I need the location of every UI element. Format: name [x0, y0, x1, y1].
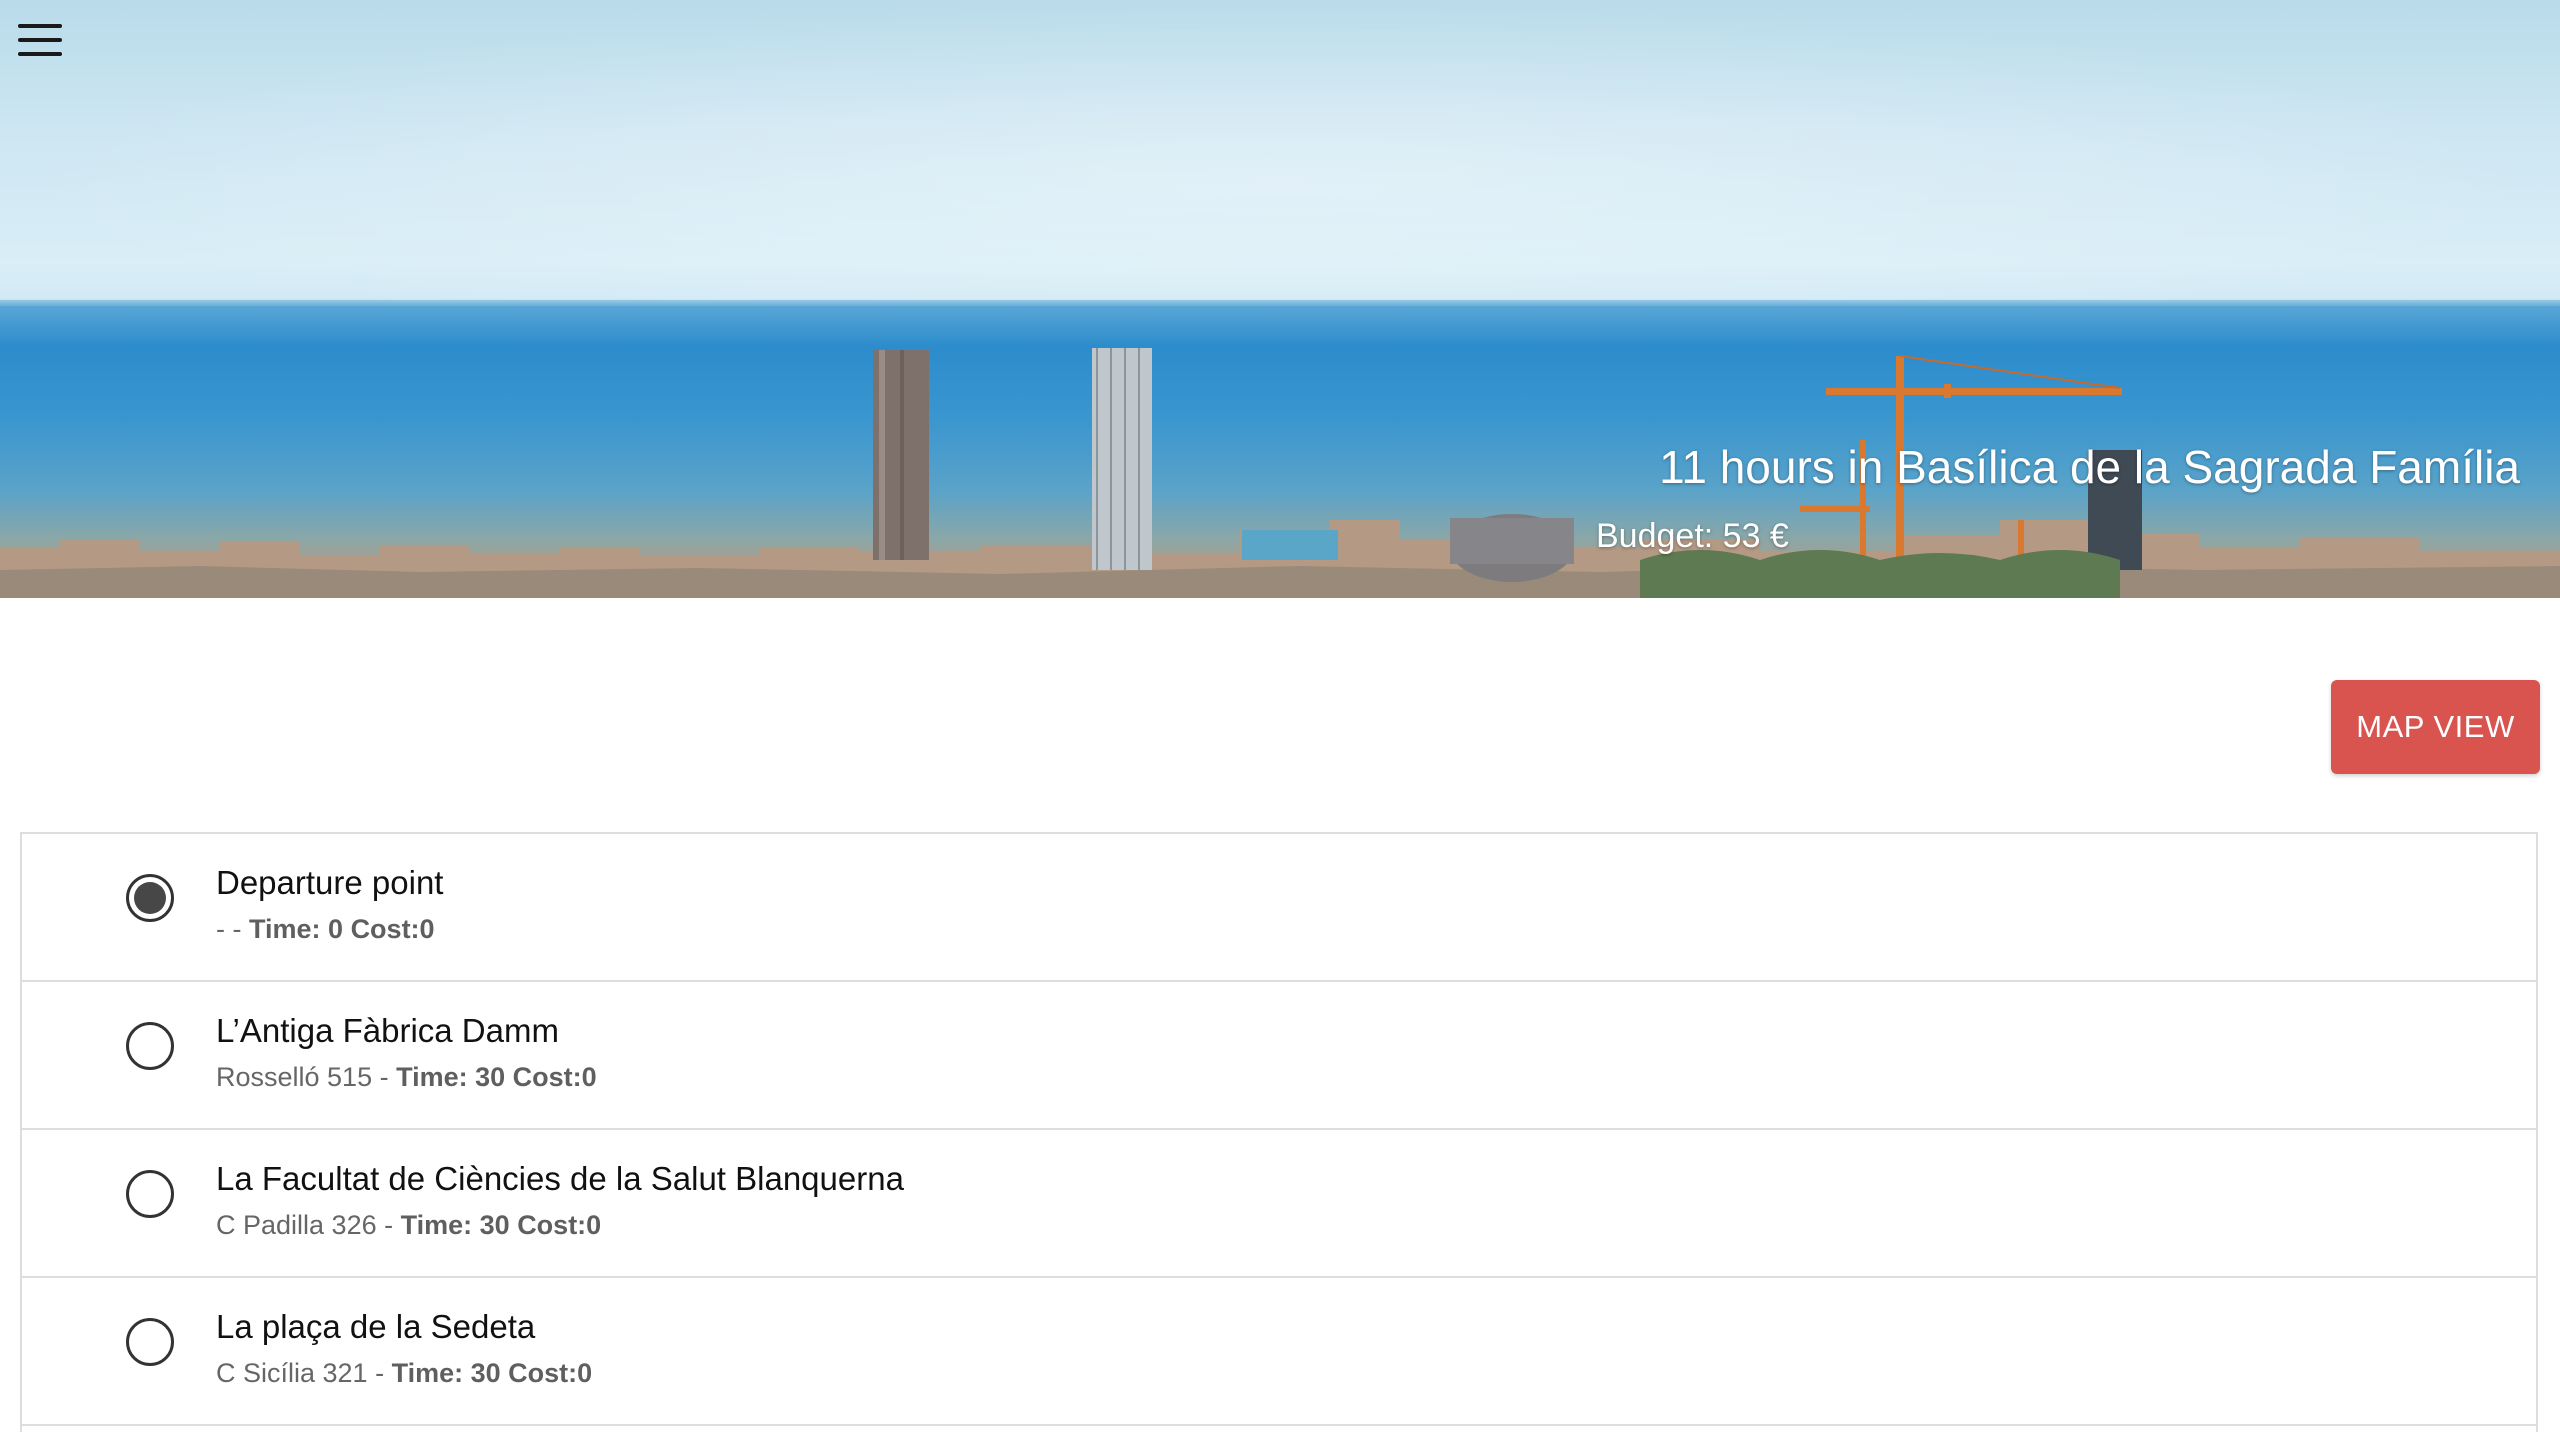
stop-address: C Padilla 326 — [216, 1210, 377, 1240]
city-skyline-illustration — [0, 300, 2560, 598]
stop-cost: Cost:0 — [512, 1062, 597, 1092]
stop-meta: C Padilla 326 - Time: 30 Cost:0 — [216, 1210, 601, 1241]
stop-radio[interactable] — [126, 1022, 174, 1070]
stop-time: Time: 0 — [249, 914, 344, 944]
stop-item-2[interactable]: La Facultat de Ciències de la Salut Blan… — [22, 1130, 2536, 1278]
stop-radio[interactable] — [126, 1170, 174, 1218]
stop-separator: - — [225, 914, 249, 944]
stop-name: L’Antiga Fàbrica Damm — [216, 1012, 559, 1049]
stop-time: Time: 30 — [400, 1210, 510, 1240]
stop-separator: - — [372, 1062, 397, 1092]
itinerary-budget: Budget: 53 € — [1596, 517, 1789, 555]
stop-item-1[interactable]: L’Antiga Fàbrica Damm Rosselló 515 - Tim… — [22, 982, 2536, 1130]
stop-name: La plaça de la Sedeta — [216, 1308, 536, 1345]
stop-separator: - — [367, 1358, 392, 1388]
stop-item-3[interactable]: La plaça de la Sedeta C Sicília 321 - Ti… — [22, 1278, 2536, 1426]
stop-address: - — [216, 914, 225, 944]
hero-banner: 11 hours in Basílica de la Sagrada Famíl… — [0, 0, 2560, 598]
map-view-button[interactable]: MAP VIEW — [2331, 680, 2540, 774]
stop-name: Departure point — [216, 864, 444, 901]
stop-time: Time: 30 — [396, 1062, 506, 1092]
stop-cost: Cost:0 — [517, 1210, 602, 1240]
stop-cost: Cost:0 — [350, 914, 435, 944]
itinerary-stop-list: Departure point - - Time: 0 Cost:0 L’Ant… — [20, 832, 2538, 1432]
stop-cost: Cost:0 — [508, 1358, 593, 1388]
stop-name: La Facultat de Ciències de la Salut Blan… — [216, 1160, 904, 1197]
stop-item-0[interactable]: Departure point - - Time: 0 Cost:0 — [22, 834, 2536, 982]
stop-meta: - - Time: 0 Cost:0 — [216, 914, 435, 945]
hamburger-menu-icon[interactable] — [18, 24, 62, 58]
stop-meta: C Sicília 321 - Time: 30 Cost:0 — [216, 1358, 592, 1389]
itinerary-title: 11 hours in Basílica de la Sagrada Famíl… — [1659, 441, 2520, 493]
stop-time: Time: 30 — [391, 1358, 501, 1388]
stop-radio-checked[interactable] — [126, 874, 174, 922]
stop-address: C Sicília 321 — [216, 1358, 368, 1388]
stop-meta: Rosselló 515 - Time: 30 Cost:0 — [216, 1062, 597, 1093]
stop-address: Rosselló 515 — [216, 1062, 373, 1092]
stop-radio[interactable] — [126, 1318, 174, 1366]
stop-separator: - — [376, 1210, 401, 1240]
